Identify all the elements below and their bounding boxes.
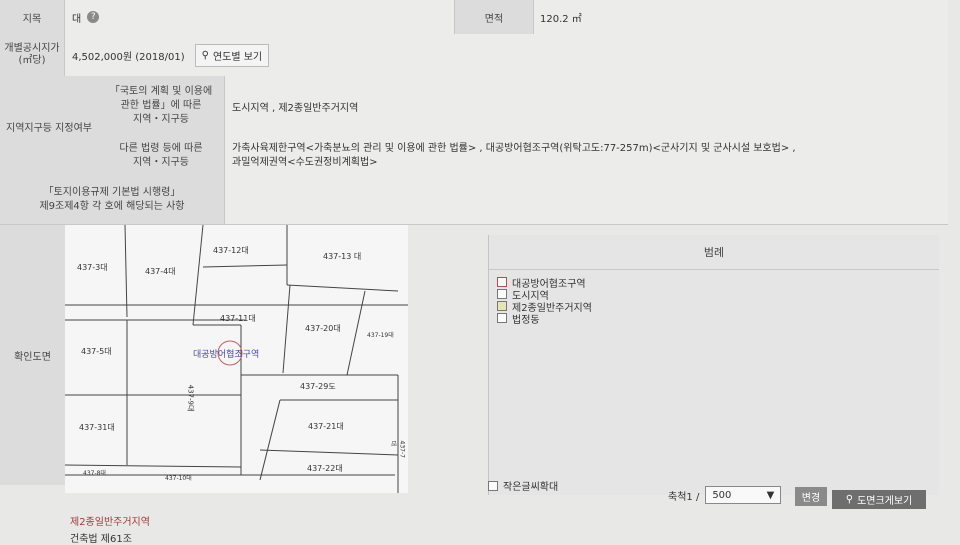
checkbox-icon[interactable] (497, 277, 507, 287)
help-icon[interactable]: ? (87, 11, 100, 23)
parcel-437-21: 437-21대 (308, 422, 344, 431)
row-jimok: 지목 대 ? 면적 120.2 ㎡ (0, 0, 948, 35)
legend-item-residential[interactable]: 제2종일반주거지역 (497, 300, 939, 314)
legend-title: 범례 (489, 235, 939, 270)
parcel-437-4: 437-4대 (145, 267, 176, 276)
national-law-label: 「국토의 계획 및 이용에 관한 법률」에 따른 지역・지구등 (98, 76, 225, 136)
price-label: 개별공시지가 (㎡당) (0, 34, 65, 76)
parcel-437-10: 437-10대 (165, 475, 192, 482)
scale-control: 축척1 / 500 ▼ (668, 486, 782, 504)
price-value: 4,502,000원 (2018/01) (72, 51, 185, 63)
row-price: 개별공시지가 (㎡당) 4,502,000원 (2018/01) ⚲ 연도별 보… (0, 34, 948, 77)
row-regulation: 「토지이용규제 기본법 시행령」 제9조제4항 각 호에 해당되는 사항 (0, 176, 948, 225)
magnifier-icon: ⚲ (845, 494, 854, 505)
map-overlay-label: 대공방어협조구역 (193, 350, 260, 360)
enlarge-map-button[interactable]: ⚲ 도면크게보기 (832, 490, 926, 509)
year-view-label: 연도별 보기 (212, 51, 263, 63)
change-button[interactable]: 변경 (795, 487, 827, 506)
parcel-437-31: 437-31대 (79, 423, 115, 432)
scale-select[interactable]: 500 ▼ (705, 486, 782, 504)
parcel-437-11: 437-11대 (220, 314, 256, 323)
parcel-437-3: 437-3대 (77, 263, 108, 272)
cadastral-map[interactable]: 437-3대 437-4대 437-12대 437-13 대 437-11대 4… (64, 224, 408, 493)
row-other-law: 다른 법령 등에 따른 지역・지구등 가축사육제한구역<가축분뇨의 관리 및 이… (98, 136, 948, 177)
other-law-value: 가축사육제한구역<가축분뇨의 관리 및 이용에 관한 법률> , 대공방어협조구… (232, 143, 796, 168)
regulation-label: 「토지이용규제 기본법 시행령」 제9조제4항 각 호에 해당되는 사항 (0, 176, 225, 224)
row-national-law: 「국토의 계획 및 이용에 관한 법률」에 따른 지역・지구등 도시지역 , 제… (98, 76, 948, 137)
search-icon: ⚲ (201, 49, 209, 61)
land-use-page: 지목 대 ? 면적 120.2 ㎡ 개별공시지가 (㎡당) 4,502,000원… (0, 0, 960, 545)
legend-panel: 범례 대공방어협조구역 도시지역 제2종일반주거지역 법정동 (488, 235, 939, 495)
small-text-toggle[interactable]: 작은글씨확대 (488, 478, 558, 493)
parcel-437-8: 437-8대 (83, 470, 106, 477)
checkbox-icon[interactable] (497, 289, 507, 299)
parcel-437-5: 437-5대 (81, 347, 112, 356)
checkbox-icon[interactable] (497, 313, 507, 323)
parcel-437-9: 437-9대 (186, 384, 195, 412)
map-section-label: 확인도면 (0, 225, 66, 485)
other-law-label: 다른 법령 등에 따른 지역・지구등 (98, 136, 225, 176)
parcel-437-13: 437-13 대 (323, 252, 362, 261)
parcel-437-22: 437-22대 (307, 464, 343, 473)
chevron-down-icon: ▼ (766, 489, 775, 501)
price-value-cell: 4,502,000원 (2018/01) ⚲ 연도별 보기 (64, 34, 664, 76)
parcel-437-29: 437-29도 (300, 382, 336, 391)
law-line: 건축법 제61조 (70, 534, 132, 545)
zone-title: 제2종일반주거지역 (70, 517, 150, 528)
scale-label: 축척1 / (668, 491, 700, 503)
parcel-437-19: 437-19대 (367, 332, 394, 339)
year-view-button[interactable]: ⚲ 연도별 보기 (194, 43, 270, 67)
checkbox-icon[interactable] (488, 480, 498, 491)
jimok-value-cell: 대 ? (64, 0, 454, 34)
legend-item-legal-dong[interactable]: 법정동 (497, 312, 939, 326)
parcel-437-20: 437-20대 (305, 324, 341, 333)
national-law-value: 도시지역 , 제2종일반주거지역 (232, 102, 359, 114)
parcel-437-7: 437-7대 (389, 440, 406, 458)
checkbox-icon[interactable] (497, 301, 507, 311)
legend-item-air-defense[interactable]: 대공방어협조구역 (497, 276, 939, 290)
jimok-value: 대 (72, 13, 82, 25)
jimok-label: 지목 (0, 0, 65, 34)
parcel-437-12: 437-12대 (213, 246, 249, 255)
area-value: 120.2 ㎡ (540, 13, 582, 25)
zoning-section-label: 지역지구등 지정여부 (0, 76, 99, 176)
area-label: 면적 (454, 0, 534, 34)
